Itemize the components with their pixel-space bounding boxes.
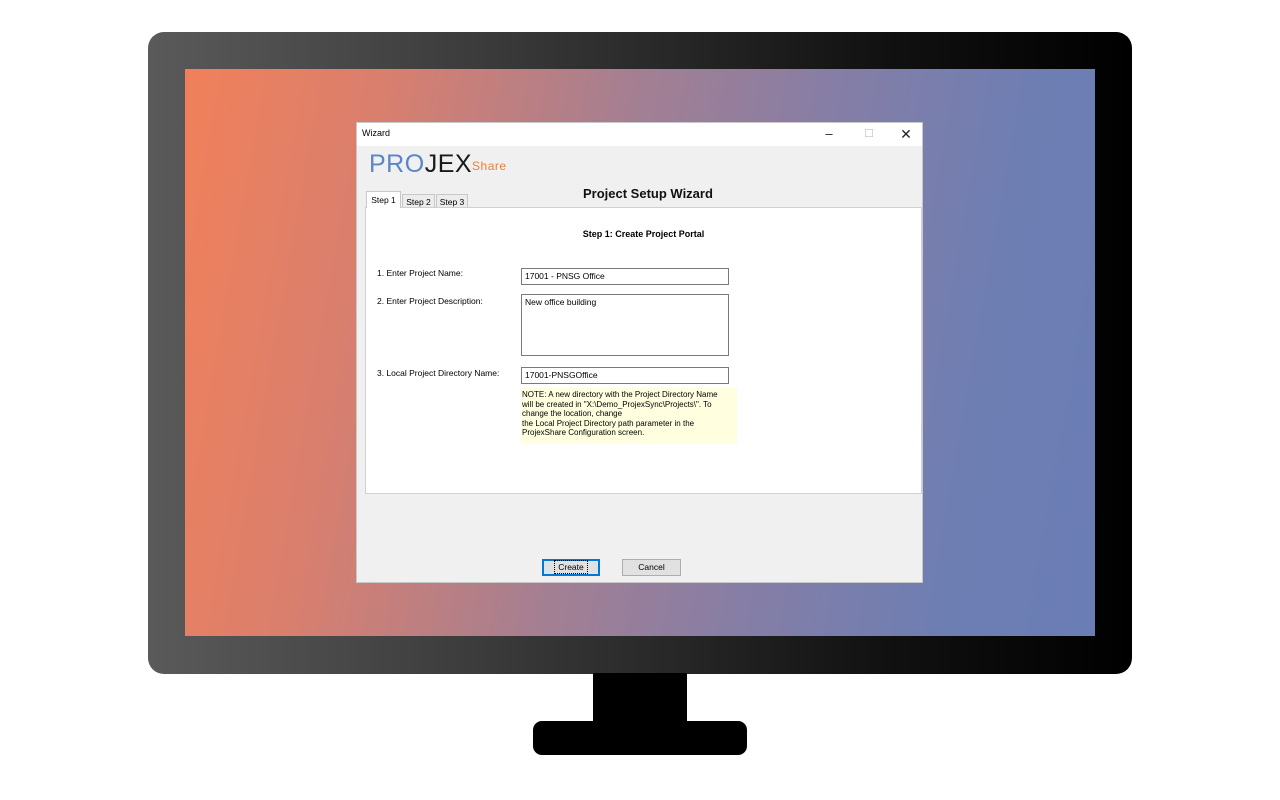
local-directory-label: 3. Local Project Directory Name: bbox=[377, 368, 500, 378]
tab-step-3[interactable]: Step 3 bbox=[436, 194, 468, 208]
create-button[interactable]: Create bbox=[542, 559, 600, 576]
logo-share-text: Share bbox=[472, 159, 507, 173]
directory-note: NOTE: A new directory with the Project D… bbox=[521, 388, 737, 444]
create-button-label: Create bbox=[554, 560, 588, 574]
project-description-textarea[interactable]: New office building bbox=[521, 294, 729, 356]
window-title: Wizard bbox=[362, 128, 391, 138]
title-bar[interactable]: Wizard – ☐ ✕ bbox=[357, 123, 922, 146]
note-line: change the location, change bbox=[522, 409, 623, 419]
local-directory-input[interactable]: 17001-PNSGOffice bbox=[521, 367, 729, 384]
note-line: the Local Project Directory path paramet… bbox=[522, 418, 695, 428]
wizard-window: Wizard – ☐ ✕ PROJEXShare Project Setup W… bbox=[356, 122, 923, 583]
step-1-panel: Step 1: Create Project Portal 1. Enter P… bbox=[365, 207, 922, 494]
tab-step-1[interactable]: Step 1 bbox=[366, 191, 401, 208]
tab-step-2[interactable]: Step 2 bbox=[402, 194, 435, 208]
projexshare-logo: PROJEXShare bbox=[369, 150, 507, 178]
logo-pro-text: PRO bbox=[369, 150, 425, 178]
maximize-button[interactable]: ☐ bbox=[851, 123, 887, 146]
monitor-stand-base bbox=[533, 721, 747, 755]
logo-jex-text: JEX bbox=[424, 150, 473, 178]
cancel-button[interactable]: Cancel bbox=[622, 559, 681, 576]
step-heading: Step 1: Create Project Portal bbox=[582, 229, 705, 239]
note-line: NOTE: A new directory with the Project D… bbox=[522, 390, 718, 399]
monitor-stand-neck bbox=[593, 673, 687, 723]
note-line: ProjexShare Configuration screen. bbox=[522, 428, 645, 438]
project-description-label: 2. Enter Project Description: bbox=[377, 296, 483, 306]
minimize-button[interactable]: – bbox=[811, 123, 847, 146]
close-button[interactable]: ✕ bbox=[888, 123, 924, 146]
note-line: will be created in "X:\Demo_ProjexSync\P… bbox=[522, 399, 712, 409]
project-name-label: 1. Enter Project Name: bbox=[377, 268, 463, 278]
project-name-input[interactable]: 17001 - PNSG Office bbox=[521, 268, 729, 285]
wizard-title: Project Setup Wizard bbox=[583, 186, 713, 201]
